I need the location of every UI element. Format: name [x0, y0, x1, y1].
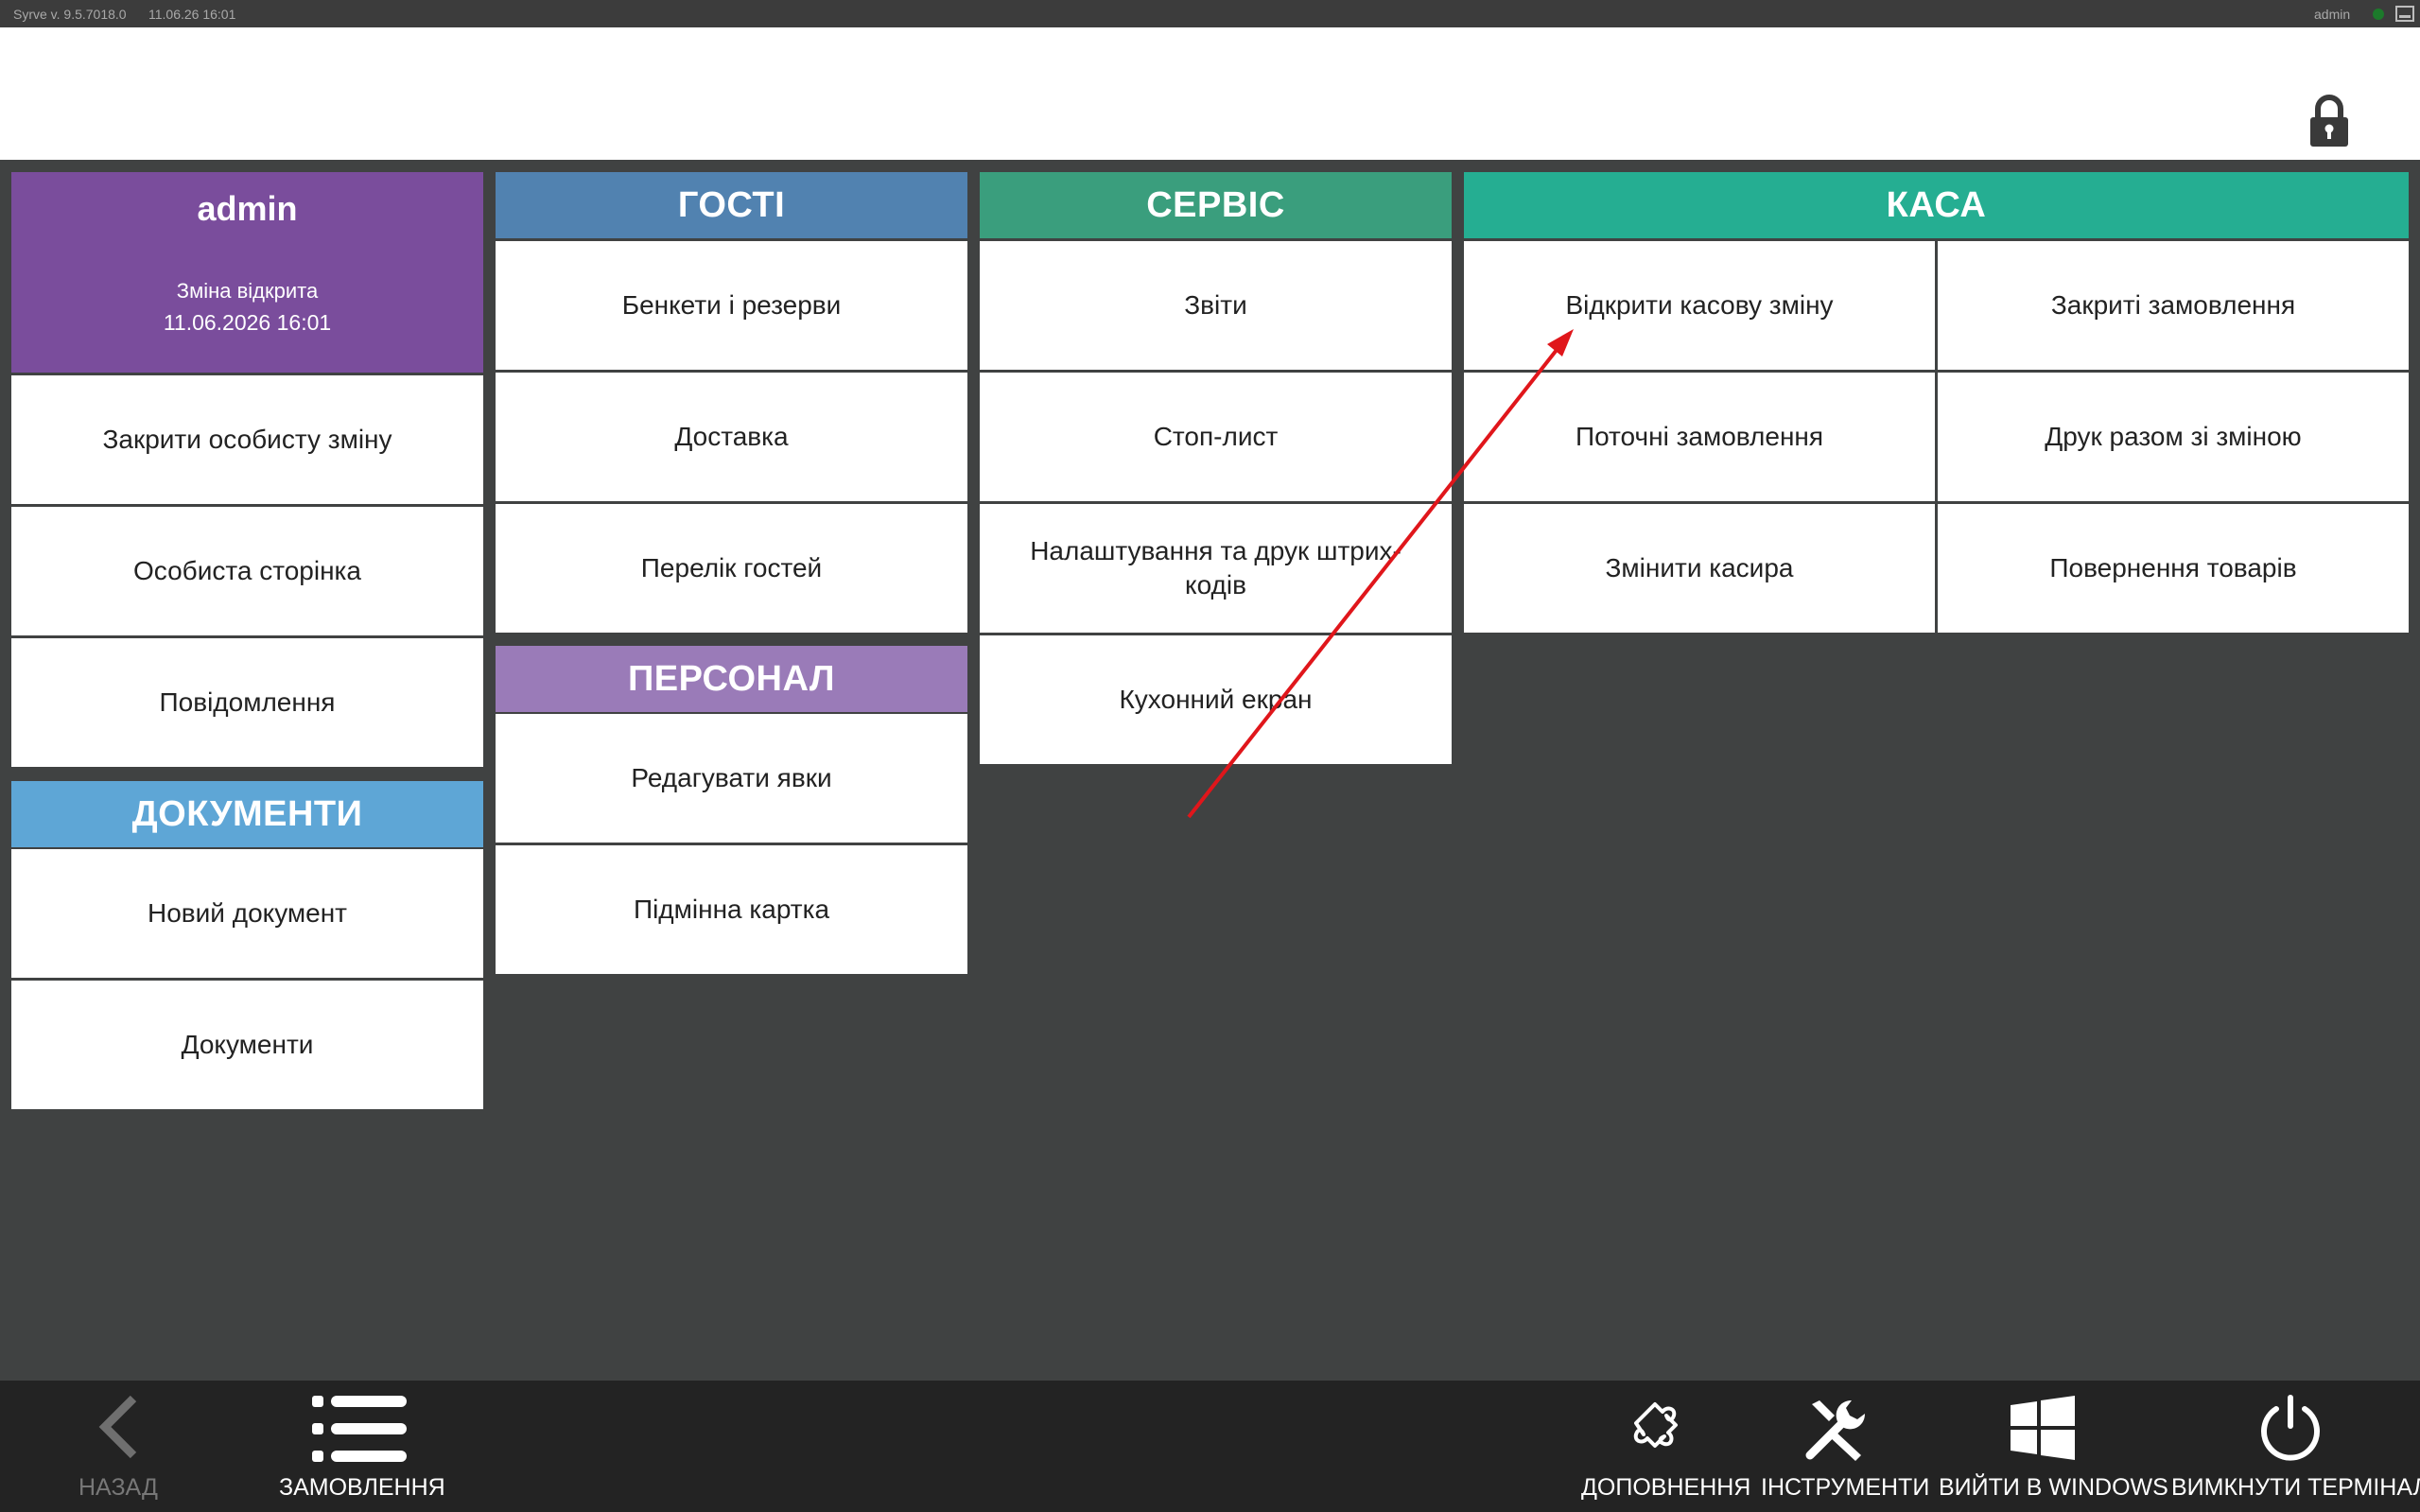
back-label: НАЗАД — [78, 1474, 158, 1501]
back-button[interactable]: НАЗАД — [57, 1381, 180, 1512]
exit-windows-label: ВИЙТИ В WINDOWS — [1939, 1474, 2168, 1501]
open-cash-shift-button[interactable]: Відкрити касову зміну — [1464, 241, 1935, 370]
reports-button[interactable]: Звіти — [980, 241, 1452, 370]
connection-status-icon — [2373, 9, 2384, 20]
personal-page-button[interactable]: Особиста сторінка — [11, 507, 483, 635]
documents-header: ДОКУМЕНТИ — [11, 781, 483, 847]
addons-label: ДОПОВНЕННЯ — [1581, 1474, 1751, 1501]
tools-icon — [1805, 1400, 1865, 1461]
title-bar: Syrve v. 9.5.7018.0 11.06.26 16:01 admin — [0, 0, 2420, 27]
header — [0, 27, 2420, 160]
bottom-toolbar: НАЗАД ЗАМОВЛЕННЯ ДОПОВНЕННЯ ІНСТРУМЕНТИ … — [0, 1381, 2420, 1512]
edit-attendance-button[interactable]: Редагувати явки — [496, 714, 967, 843]
shutdown-label: ВИМКНУТИ ТЕРМІНАЛ — [2171, 1474, 2420, 1501]
shift-datetime: 11.06.2026 16:01 — [163, 310, 332, 335]
barcode-settings-button[interactable]: Налаштування та друк штрих-кодів — [980, 504, 1452, 633]
addons-button[interactable]: ДОПОВНЕННЯ — [1581, 1381, 1751, 1512]
print-with-shift-button[interactable]: Друк разом зі зміною — [1938, 373, 2409, 501]
minimize-window-icon[interactable] — [2395, 6, 2414, 22]
closed-orders-button[interactable]: Закриті замовлення — [1938, 241, 2409, 370]
shift-status: Зміна відкрита — [176, 279, 319, 303]
user-panel-header: admin Зміна відкрита 11.06.2026 16:01 — [11, 172, 483, 373]
documents-button[interactable]: Документи — [11, 981, 483, 1109]
tools-label: ІНСТРУМЕНТИ — [1761, 1474, 1930, 1501]
shutdown-button[interactable]: ВИМКНУТИ ТЕРМІНАЛ — [2171, 1381, 2420, 1512]
staff-header: ПЕРСОНАЛ — [496, 646, 967, 712]
new-document-button[interactable]: Новий документ — [11, 849, 483, 978]
stop-list-button[interactable]: Стоп-лист — [980, 373, 1452, 501]
substitute-card-button[interactable]: Підмінна картка — [496, 845, 967, 974]
orders-label: ЗАМОВЛЕННЯ — [279, 1474, 445, 1501]
chevron-left-icon — [98, 1395, 137, 1459]
guests-header: ГОСТІ — [496, 172, 967, 238]
puzzle-icon — [1633, 1402, 1678, 1448]
list-icon — [312, 1396, 407, 1462]
product-returns-button[interactable]: Повернення товарів — [1938, 504, 2409, 633]
delivery-button[interactable]: Доставка — [496, 373, 967, 501]
kitchen-screen-button[interactable]: Кухонний екран — [980, 635, 1452, 764]
messages-button[interactable]: Повідомлення — [11, 638, 483, 767]
title-datetime: 11.06.26 16:01 — [148, 7, 236, 22]
banquets-reservations-button[interactable]: Бенкети і резерви — [496, 241, 967, 370]
lock-icon[interactable] — [2307, 94, 2351, 148]
close-personal-shift-button[interactable]: Закрити особисту зміну — [11, 375, 483, 504]
user-name: admin — [197, 189, 298, 228]
cash-header: КАСА — [1464, 172, 2409, 238]
tools-button[interactable]: ІНСТРУМЕНТИ — [1761, 1381, 1930, 1512]
app-root: Syrve v. 9.5.7018.0 11.06.26 16:01 admin… — [0, 0, 2420, 1512]
change-cashier-button[interactable]: Змінити касира — [1464, 504, 1935, 633]
app-version: Syrve v. 9.5.7018.0 — [13, 7, 127, 22]
windows-icon — [2011, 1396, 2075, 1460]
service-header: СЕРВІС — [980, 172, 1452, 238]
exit-windows-button[interactable]: ВИЙТИ В WINDOWS — [1939, 1381, 2168, 1512]
power-icon — [2261, 1395, 2320, 1461]
orders-button[interactable]: ЗАМОВЛЕННЯ — [279, 1381, 445, 1512]
title-user: admin — [2314, 7, 2351, 22]
current-orders-button[interactable]: Поточні замовлення — [1464, 373, 1935, 501]
guest-list-button[interactable]: Перелік гостей — [496, 504, 967, 633]
